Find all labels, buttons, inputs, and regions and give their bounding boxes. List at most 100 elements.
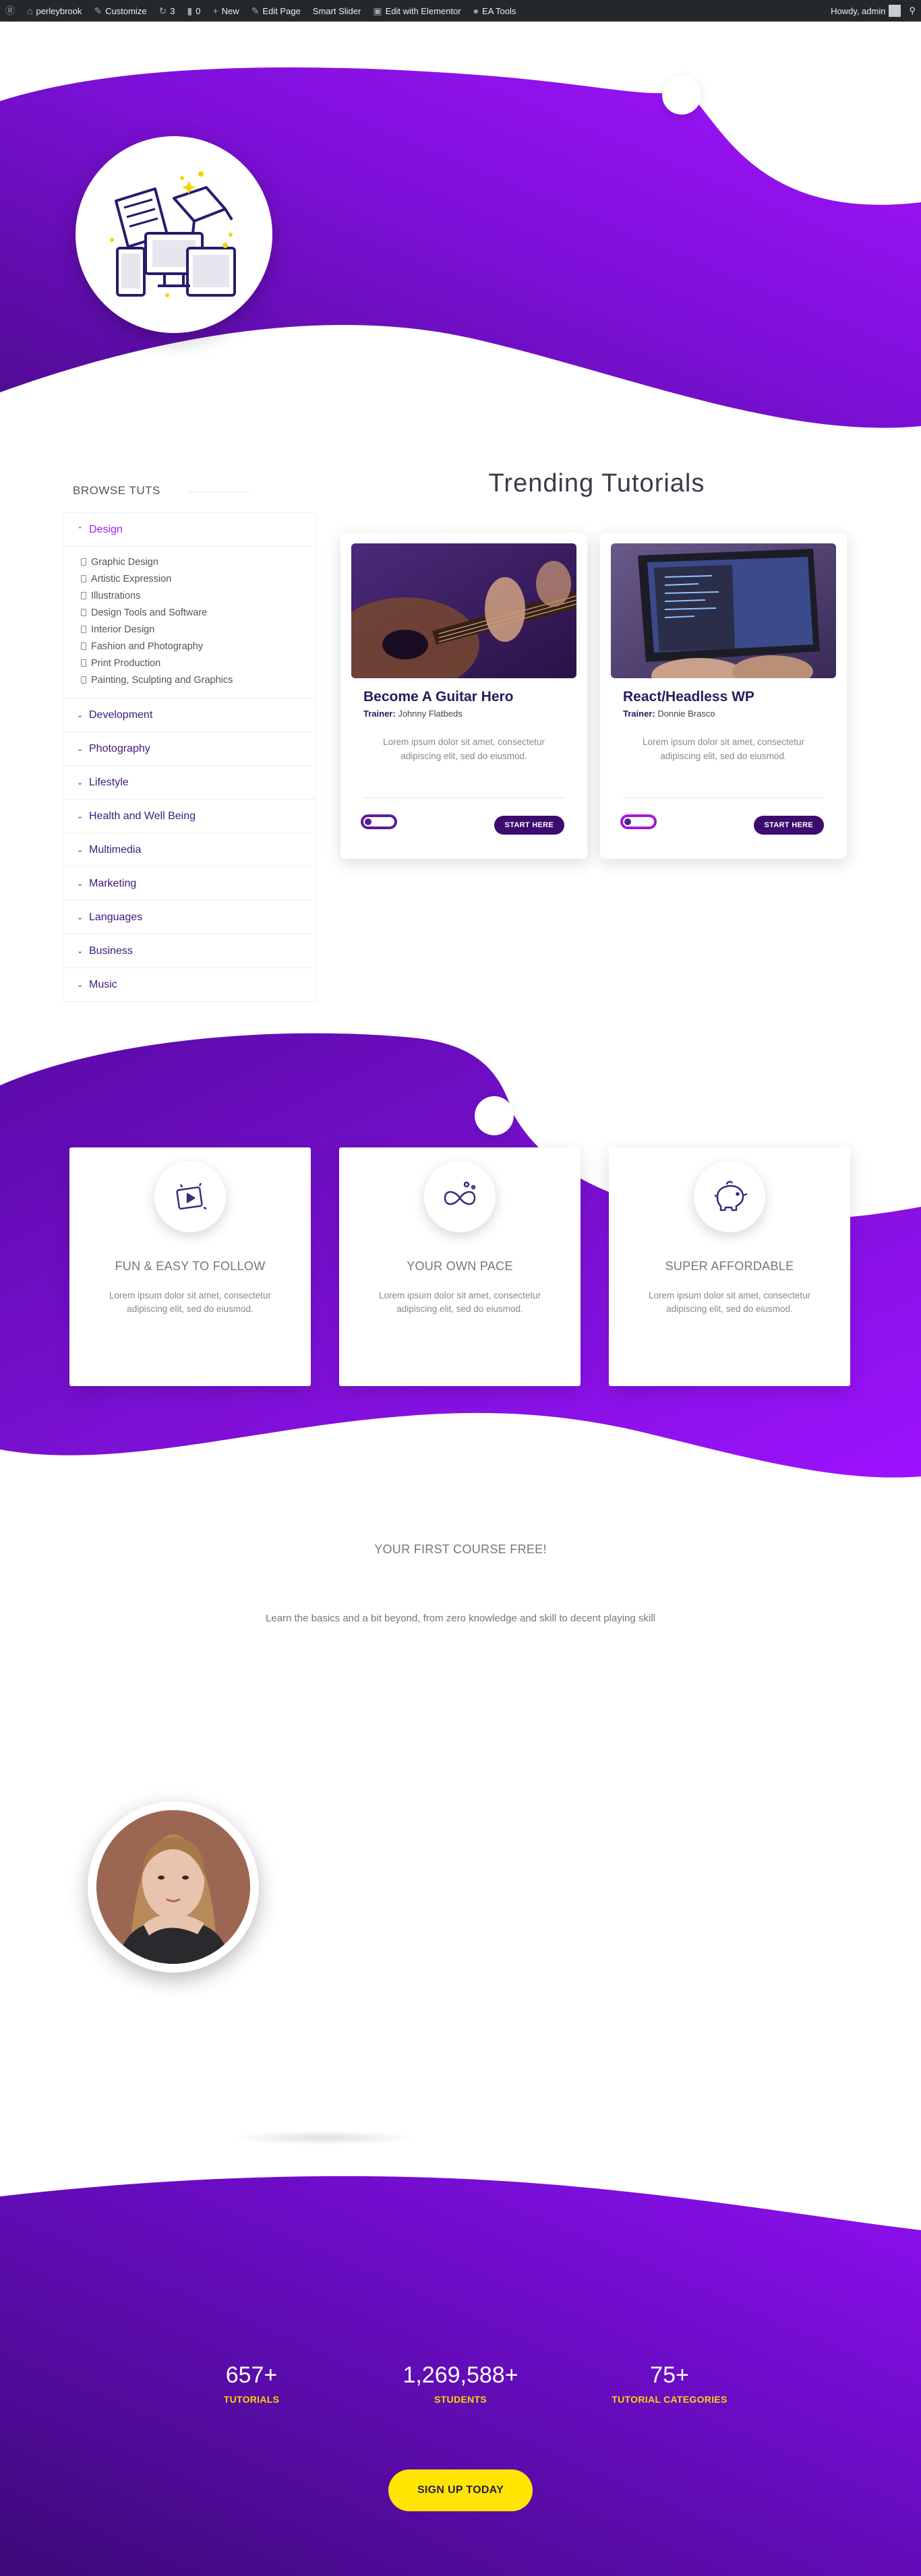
chevron-down-icon: ⌄ — [77, 981, 84, 989]
feature-card: YOUR OWN PACE Lorem ipsum dolor sit amet… — [339, 1147, 581, 1386]
stat-label: TUTORIAL CATEGORIES — [612, 2394, 727, 2405]
course-description: Lorem ipsum dolor sit amet, consectetur … — [642, 737, 805, 761]
accordion-item-marketing: ⌄ Marketing — [63, 867, 316, 901]
category-link[interactable]: Design Tools and Software — [81, 604, 316, 621]
infinity-icon — [444, 1181, 476, 1205]
section-title: YOUR FIRST COURSE FREE! — [374, 1542, 547, 1556]
site-name-link[interactable]: ⌂ perleybrook — [27, 5, 82, 16]
start-here-button[interactable]: START HERE — [753, 816, 824, 835]
category-link[interactable]: Illustrations — [81, 587, 316, 604]
plus-icon: + — [212, 5, 218, 16]
ea-icon: ● — [473, 5, 479, 16]
document-icon — [81, 642, 86, 650]
wordpress-logo-icon[interactable]: Ⓡ — [5, 4, 15, 18]
new-content-link[interactable]: + New — [212, 5, 239, 16]
document-icon — [81, 676, 86, 684]
course-image-guitar[interactable] — [351, 543, 576, 678]
accordion-item-photography: ⌄ Photography — [63, 732, 316, 766]
accordion-toggle-business[interactable]: ⌄ Business — [63, 934, 316, 967]
stat-categories: 75+ TUTORIAL CATEGORIES — [568, 2362, 771, 2405]
course-card: Become A Guitar Hero Trainer: Johnny Fla… — [340, 533, 587, 859]
category-accordion: ⌃ Design Graphic Design Artistic Express… — [63, 512, 316, 1002]
feature-card: FUN & EASY TO FOLLOW Lorem ipsum dolor s… — [69, 1147, 311, 1386]
category-link[interactable]: Print Production — [81, 655, 316, 671]
accordion-toggle-lifestyle[interactable]: ⌄ Lifestyle — [63, 766, 316, 799]
feature-title: FUN & EASY TO FOLLOW — [115, 1259, 266, 1273]
decorative-shadow — [229, 2130, 418, 2145]
sign-up-button[interactable]: SIGN UP TODAY — [388, 2469, 533, 2511]
ea-tools-link[interactable]: ● EA Tools — [473, 5, 516, 16]
section-title: Trending Tutorials — [488, 469, 705, 498]
video-play-icon — [176, 1182, 207, 1210]
chevron-down-icon: ⌄ — [77, 812, 84, 820]
chevron-down-icon: ⌄ — [77, 880, 84, 888]
chevron-down-icon: ⌄ — [77, 846, 84, 854]
updates-link[interactable]: ↻ 3 — [159, 5, 175, 17]
stat-label: STUDENTS — [434, 2394, 487, 2405]
document-icon — [81, 558, 86, 566]
start-here-button[interactable]: START HERE — [494, 816, 564, 835]
course-image-react[interactable] — [611, 543, 836, 678]
accordion-toggle-health[interactable]: ⌄ Health and Well Being — [63, 800, 316, 833]
accordion-panel-design: Graphic Design Artistic Expression Illus… — [63, 546, 316, 698]
category-link[interactable]: Fashion and Photography — [81, 638, 316, 655]
category-link[interactable]: Painting, Sculpting and Graphics — [81, 671, 316, 688]
feature-card: SUPER AFFORDABLE Lorem ipsum dolor sit a… — [609, 1147, 850, 1386]
accordion-toggle-photography[interactable]: ⌄ Photography — [63, 732, 316, 765]
accordion-toggle-languages[interactable]: ⌄ Languages — [63, 901, 316, 934]
stat-value: 1,269,588+ — [403, 2362, 518, 2388]
stat-value: 75+ — [650, 2362, 689, 2388]
account-link[interactable]: Howdy, admin — [831, 5, 901, 17]
accordion-item-development: ⌄ Development — [63, 698, 316, 732]
course-trainer: Trainer: Donnie Brasco — [623, 709, 715, 719]
accordion-toggle-music[interactable]: ⌄ Music — [63, 968, 316, 1001]
accordion-toggle-development[interactable]: ⌄ Development — [63, 698, 316, 731]
feature-icon-wrap — [424, 1161, 496, 1232]
search-icon[interactable]: ⚲ — [909, 5, 916, 16]
stat-value: 657+ — [225, 2362, 278, 2388]
pencil-icon: ✎ — [251, 5, 260, 16]
feature-text: Lorem ipsum dolor sit amet, consectetur … — [648, 1290, 811, 1314]
chevron-down-icon: ⌄ — [77, 947, 84, 955]
decorative-dot — [475, 1096, 514, 1135]
sidebar-title: BROWSE TUTS — [73, 484, 160, 497]
comment-icon: ▮ — [187, 5, 193, 16]
accordion-toggle-design[interactable]: ⌃ Design — [63, 513, 316, 546]
accordion-toggle-multimedia[interactable]: ⌄ Multimedia — [63, 833, 316, 866]
course-title[interactable]: Become A Guitar Hero — [363, 689, 514, 705]
feature-title: YOUR OWN PACE — [407, 1259, 513, 1273]
category-link[interactable]: Graphic Design — [81, 553, 316, 570]
chevron-up-icon: ⌃ — [77, 526, 84, 534]
customize-link[interactable]: ✎ Customize — [94, 5, 146, 17]
avatar — [889, 5, 901, 17]
chevron-down-icon: ⌄ — [77, 913, 84, 922]
section-subtitle: Learn the basics and a bit beyond, from … — [266, 1613, 655, 1624]
course-title[interactable]: React/Headless WP — [623, 689, 754, 705]
divider — [189, 491, 249, 492]
accordion-item-design: ⌃ Design Graphic Design Artistic Express… — [63, 513, 316, 698]
accordion-toggle-marketing[interactable]: ⌄ Marketing — [63, 867, 316, 900]
thermometer-icon — [620, 814, 657, 829]
feature-text: Lorem ipsum dolor sit amet, consectetur … — [378, 1290, 541, 1314]
course-card: React/Headless WP Trainer: Donnie Brasco… — [600, 533, 847, 859]
smart-slider-link[interactable]: Smart Slider — [313, 6, 361, 16]
feature-icon-wrap — [154, 1161, 226, 1232]
edit-elementor-link[interactable]: ▣ Edit with Elementor — [373, 5, 460, 17]
edit-page-link[interactable]: ✎ Edit Page — [251, 5, 301, 17]
wp-admin-bar: Ⓡ ⌂ perleybrook ✎ Customize ↻ 3 ▮ 0 + New ✎ Ed… — [0, 0, 921, 22]
brush-icon: ✎ — [94, 5, 102, 16]
category-link[interactable]: Interior Design — [81, 621, 316, 638]
category-link[interactable]: Artistic Expression — [81, 570, 316, 587]
document-icon — [81, 626, 86, 633]
instructor-portrait — [88, 1801, 259, 1973]
accordion-item-music: ⌄ Music — [63, 968, 316, 1001]
feature-title: SUPER AFFORDABLE — [665, 1259, 794, 1273]
chevron-down-icon: ⌄ — [77, 745, 84, 753]
guitar-icon — [361, 814, 397, 829]
document-icon — [81, 575, 86, 582]
course-trainer: Trainer: Johnny Flatbeds — [363, 709, 463, 719]
feature-text: Lorem ipsum dolor sit amet, consectetur … — [109, 1290, 272, 1314]
stat-label: TUTORIALS — [223, 2394, 280, 2405]
elementor-icon: ▣ — [373, 5, 382, 16]
comments-link[interactable]: ▮ 0 — [187, 5, 201, 17]
